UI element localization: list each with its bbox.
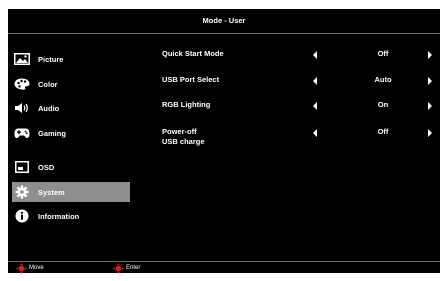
footer-hints: Move Enter xyxy=(8,261,440,274)
osd-icon xyxy=(13,160,31,174)
setting-value: Off xyxy=(377,127,389,136)
setting-label: Quick Start Mode xyxy=(162,49,224,58)
page-title: Mode - User xyxy=(8,9,440,34)
arrow-left-icon[interactable] xyxy=(311,102,319,110)
sidebar-item-label: Information xyxy=(38,211,80,221)
setting-value: Off xyxy=(377,49,389,58)
move-label: Move xyxy=(29,265,44,271)
sidebar-item-label: Picture xyxy=(38,54,64,64)
setting-label: USB Port Select xyxy=(162,75,220,84)
enter-hint: Enter xyxy=(113,262,141,274)
sidebar: Picture Color Audio Gaming OSD System In… xyxy=(8,34,133,261)
picture-icon xyxy=(13,52,31,66)
sidebar-item-audio[interactable]: Audio xyxy=(12,98,130,118)
sidebar-item-picture[interactable]: Picture xyxy=(12,49,130,69)
dpad-icon xyxy=(16,262,27,274)
info-icon xyxy=(13,209,31,223)
sidebar-item-label: System xyxy=(38,187,65,197)
arrow-right-icon[interactable] xyxy=(426,51,434,59)
sidebar-item-system[interactable]: System xyxy=(12,182,130,202)
palette-icon xyxy=(13,77,31,91)
arrow-left-icon[interactable] xyxy=(311,77,319,85)
sidebar-item-gaming[interactable]: Gaming xyxy=(12,123,130,143)
arrow-right-icon[interactable] xyxy=(426,129,434,137)
setting-label: Power-off USB charge xyxy=(162,127,205,146)
sidebar-item-information[interactable]: Information xyxy=(12,206,130,226)
enter-label: Enter xyxy=(126,265,141,271)
gamepad-icon xyxy=(13,126,31,140)
setting-power-off-usb-charge[interactable]: Power-off USB charge Off xyxy=(133,121,440,151)
sidebar-item-osd[interactable]: OSD xyxy=(12,157,130,177)
move-hint: Move xyxy=(16,262,44,274)
gear-icon xyxy=(13,185,31,199)
arrow-left-icon[interactable] xyxy=(311,129,319,137)
sidebar-item-label: Gaming xyxy=(38,128,66,138)
sidebar-item-label: Color xyxy=(38,79,58,89)
setting-value: Auto xyxy=(374,75,392,84)
sidebar-item-label: Audio xyxy=(38,103,60,113)
setting-rgb-lighting[interactable]: RGB Lighting On xyxy=(133,94,440,124)
arrow-left-icon[interactable] xyxy=(311,51,319,59)
setting-label: RGB Lighting xyxy=(162,100,211,109)
setting-value: On xyxy=(377,100,389,109)
osd-menu: Mode - User Picture Color Audio Gaming O… xyxy=(8,9,440,274)
settings-panel: Quick Start Mode Off USB Port Select Aut… xyxy=(133,34,440,261)
arrow-right-icon[interactable] xyxy=(426,77,434,85)
arrow-right-icon[interactable] xyxy=(426,102,434,110)
speaker-icon xyxy=(13,101,31,115)
dpad-icon xyxy=(113,262,124,274)
sidebar-item-color[interactable]: Color xyxy=(12,74,130,94)
sidebar-item-label: OSD xyxy=(38,162,55,172)
